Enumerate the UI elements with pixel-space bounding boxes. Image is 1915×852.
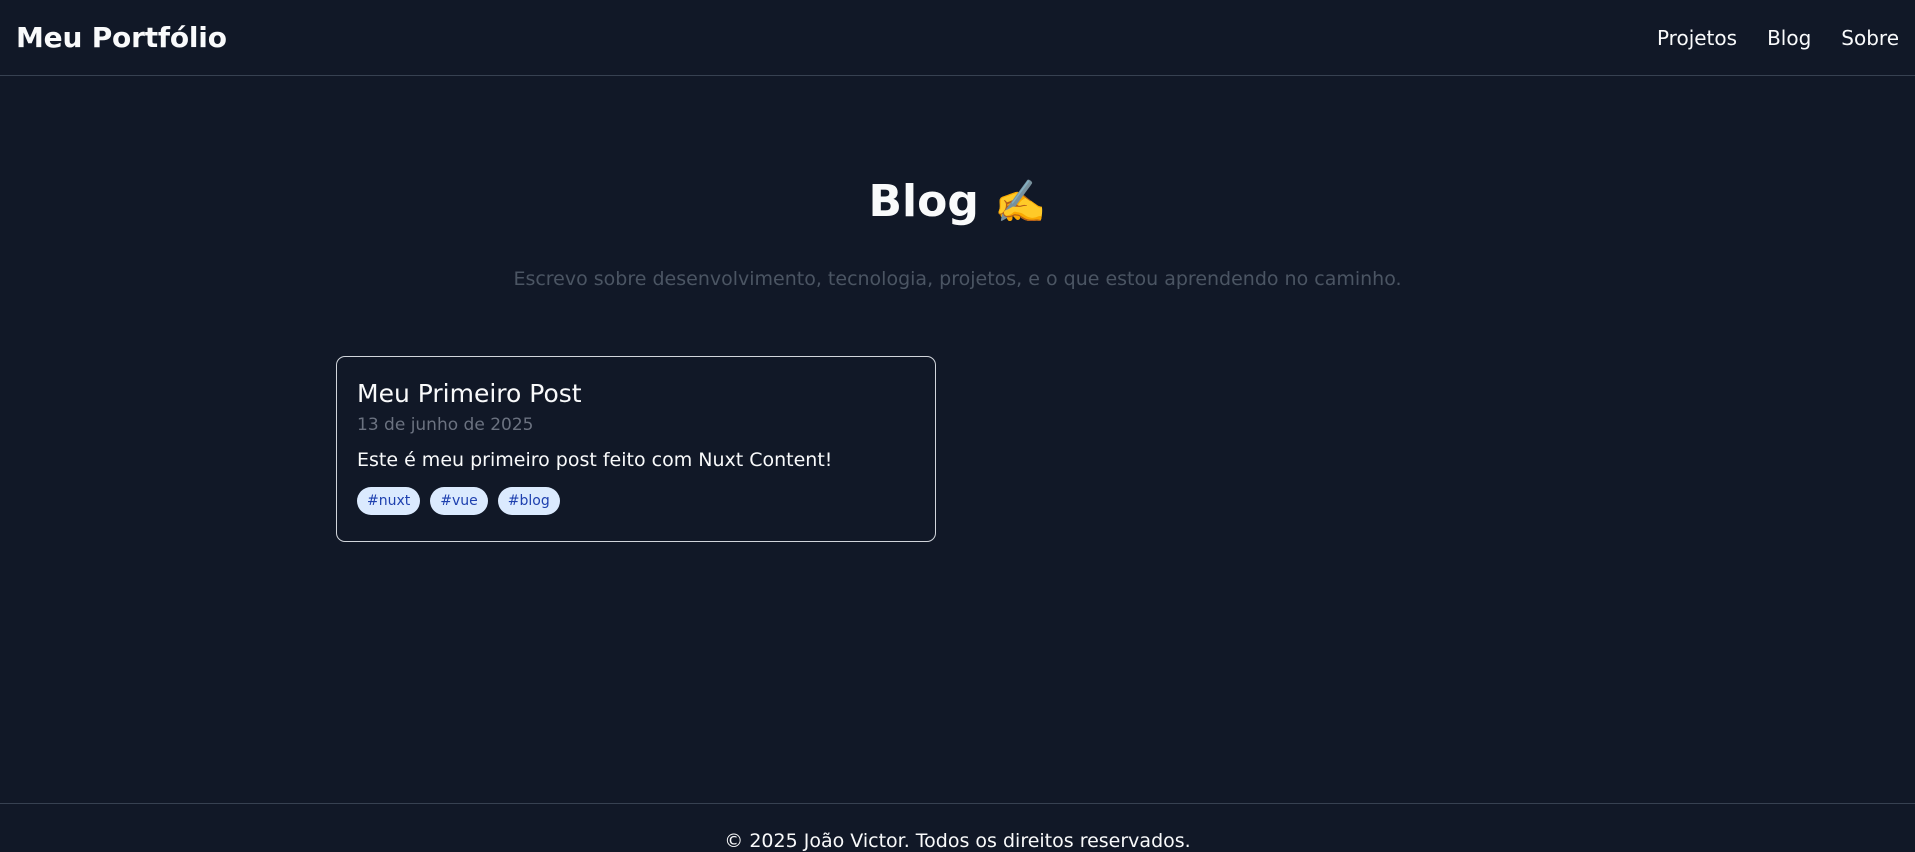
tag-badge[interactable]: #nuxt xyxy=(357,487,421,515)
post-date: 13 de junho de 2025 xyxy=(357,415,534,435)
nav-link-blog[interactable]: Blog xyxy=(1767,26,1811,50)
main-nav: Projetos Blog Sobre xyxy=(1657,26,1899,50)
brand-logo[interactable]: Meu Portfólio xyxy=(16,21,227,54)
post-card[interactable]: Meu Primeiro Post 13 de junho de 2025 Es… xyxy=(336,356,936,542)
page-title-text: Blog xyxy=(868,176,979,227)
site-footer: © 2025 João Victor. Todos os direitos re… xyxy=(0,803,1915,852)
tag-badge[interactable]: #blog xyxy=(497,487,560,515)
page-subtitle: Escrevo sobre desenvolvimento, tecnologi… xyxy=(513,268,1402,290)
tag-badge[interactable]: #vue xyxy=(430,487,488,515)
post-excerpt: Este é meu primeiro post feito com Nuxt … xyxy=(357,449,833,471)
writing-hand-icon: ✍️ xyxy=(994,177,1047,226)
nav-link-sobre[interactable]: Sobre xyxy=(1841,26,1899,50)
footer-copyright: © 2025 João Victor. Todos os direitos re… xyxy=(724,830,1191,852)
post-tags: #nuxt #vue #blog xyxy=(357,487,915,515)
nav-link-projetos[interactable]: Projetos xyxy=(1657,26,1737,50)
site-header: Meu Portfólio Projetos Blog Sobre xyxy=(0,0,1915,76)
page-title: Blog ✍️ xyxy=(0,172,1915,232)
post-title[interactable]: Meu Primeiro Post xyxy=(357,379,915,409)
